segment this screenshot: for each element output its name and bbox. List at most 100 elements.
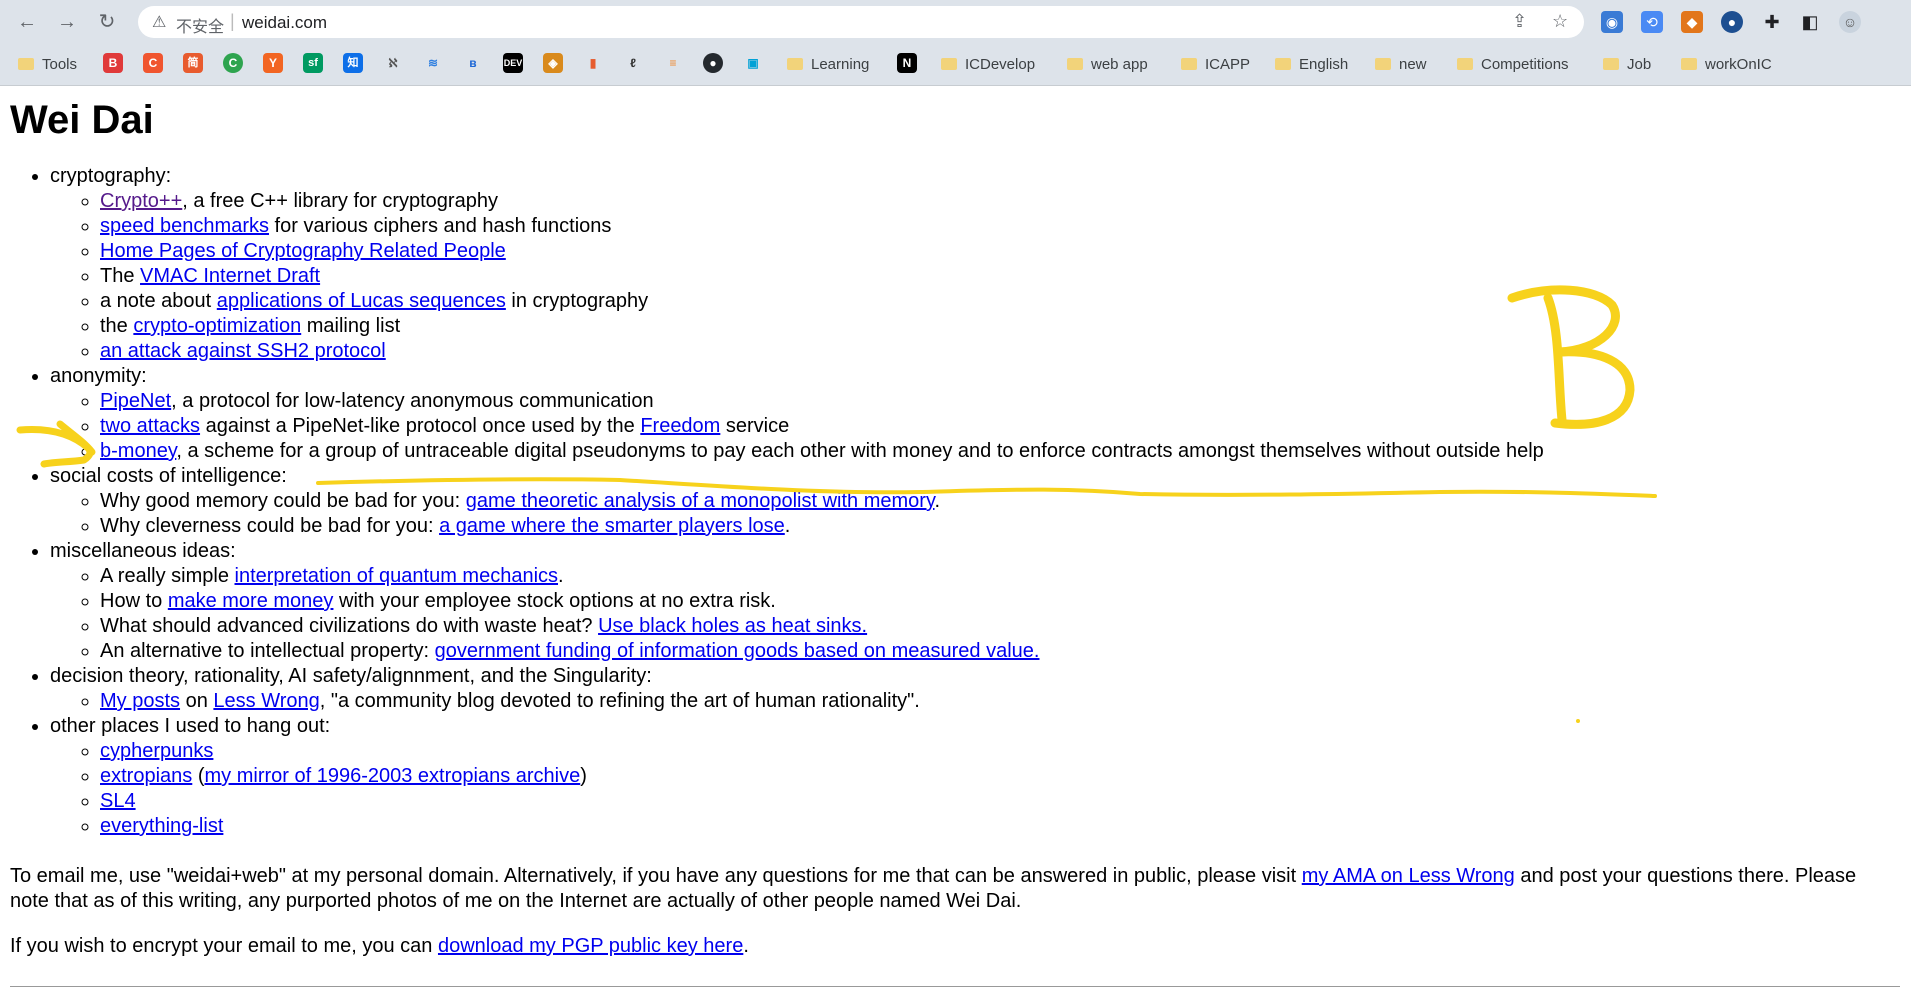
bookmark-folder-icdevelop[interactable]: ICDevelop: [941, 52, 1035, 76]
bookmark-favicon-2[interactable]: C: [143, 53, 163, 73]
bookmark-folder-learning[interactable]: Learning: [787, 52, 869, 76]
link-lucas[interactable]: applications of Lucas sequences: [217, 290, 506, 312]
url-text[interactable]: weidai.com: [242, 13, 327, 33]
link-freedom[interactable]: Freedom: [640, 415, 720, 437]
bookmark-favicon-7[interactable]: 知: [343, 53, 363, 73]
extension-icon-4[interactable]: ●: [1721, 11, 1743, 33]
bookmark-folder-competitions[interactable]: Competitions: [1457, 52, 1569, 76]
link-crypto-people[interactable]: Home Pages of Cryptography Related Peopl…: [100, 240, 506, 262]
link-extropians[interactable]: extropians: [100, 765, 192, 787]
list-item: Why cleverness could be bad for you: a g…: [100, 514, 1900, 539]
link-everything-list[interactable]: everything-list: [100, 815, 223, 837]
bookmark-folder-webapp[interactable]: web app: [1067, 52, 1148, 76]
link-less-wrong[interactable]: Less Wrong: [213, 690, 319, 712]
bookmark-favicon-notion[interactable]: N: [897, 53, 917, 73]
bookmark-favicon-dev[interactable]: DEV: [503, 53, 523, 73]
browser-chrome: ← → ↻ ⚠ 不安全 | weidai.com ⇪ ☆ ◉ ⟲ ◆ ● ✚ ◧…: [0, 0, 1911, 86]
link-speed-benchmarks[interactable]: speed benchmarks: [100, 215, 269, 237]
bookmark-folder-job[interactable]: Job: [1603, 52, 1651, 76]
extension-icon-2[interactable]: ⟲: [1641, 11, 1663, 33]
section-cryptography: cryptography: Crypto++, a free C++ libra…: [50, 164, 1900, 364]
metamask-icon[interactable]: ◆: [1681, 11, 1703, 33]
list-item: How to make more money with your employe…: [100, 589, 1900, 614]
section-anonymity: anonymity: PipeNet, a protocol for low-l…: [50, 364, 1900, 464]
link-pipenet[interactable]: PipeNet: [100, 390, 171, 412]
section-miscellaneous: miscellaneous ideas: A really simple int…: [50, 539, 1900, 664]
link-ama[interactable]: my AMA on Less Wrong: [1302, 865, 1515, 887]
folder-icon: [787, 58, 803, 70]
bookmark-favicon-1[interactable]: B: [103, 53, 123, 73]
list-item: cypherpunks: [100, 739, 1900, 764]
link-black-holes[interactable]: Use black holes as heat sinks.: [598, 615, 867, 637]
browser-toolbar: ← → ↻ ⚠ 不安全 | weidai.com ⇪ ☆ ◉ ⟲ ◆ ● ✚ ◧…: [0, 0, 1911, 44]
forward-arrow-icon[interactable]: →: [54, 9, 80, 35]
link-government-funding[interactable]: government funding of information goods …: [435, 640, 1040, 662]
bookmark-favicon-15[interactable]: ≡: [663, 53, 683, 73]
link-monopolist-memory[interactable]: game theoretic analysis of a monopolist …: [466, 490, 935, 512]
list-item: speed benchmarks for various ciphers and…: [100, 214, 1900, 239]
list-item: Crypto++, a free C++ library for cryptog…: [100, 189, 1900, 214]
link-crypto-optimization[interactable]: crypto-optimization: [133, 315, 301, 337]
link-sl4[interactable]: SL4: [100, 790, 136, 812]
bookmark-favicon-13[interactable]: ▮: [583, 53, 603, 73]
bookmark-favicon-8[interactable]: ℵ: [383, 53, 403, 73]
link-quantum[interactable]: interpretation of quantum mechanics: [235, 565, 559, 587]
bookmark-folder-icapp[interactable]: ICAPP: [1181, 52, 1250, 76]
share-icon[interactable]: ⇪: [1512, 11, 1527, 32]
bookmark-favicon-14[interactable]: ℓ: [623, 53, 643, 73]
list-item: My posts on Less Wrong, "a community blo…: [100, 689, 1900, 714]
folder-icon: [1603, 58, 1619, 70]
insecure-label[interactable]: 不安全: [176, 13, 224, 37]
link-my-posts[interactable]: My posts: [100, 690, 180, 712]
link-smarter-players[interactable]: a game where the smarter players lose: [439, 515, 785, 537]
link-cypherpunks[interactable]: cypherpunks: [100, 740, 213, 762]
bookmark-favicon-12[interactable]: ◈: [543, 53, 563, 73]
folder-icon: [1681, 58, 1697, 70]
extension-icon-1[interactable]: ◉: [1601, 11, 1623, 33]
section-heading: social costs of intelligence:: [50, 465, 287, 487]
link-two-attacks[interactable]: two attacks: [100, 415, 200, 437]
link-more-money[interactable]: make more money: [168, 590, 334, 612]
link-extropians-mirror[interactable]: my mirror of 1996-2003 extropians archiv…: [205, 765, 581, 787]
section-heading: decision theory, rationality, AI safety/…: [50, 665, 652, 687]
list-item: two attacks against a PipeNet-like proto…: [100, 414, 1900, 439]
section-decision-theory: decision theory, rationality, AI safety/…: [50, 664, 1900, 714]
github-icon[interactable]: ●: [703, 53, 723, 73]
bilibili-icon[interactable]: ▣: [743, 53, 763, 73]
bookmark-folder-new[interactable]: new: [1375, 52, 1427, 76]
profile-avatar[interactable]: ☺: [1839, 11, 1861, 33]
list-item: an attack against SSH2 protocol: [100, 339, 1900, 364]
bookmark-favicon-6[interactable]: sf: [303, 53, 323, 73]
bookmark-favicon-9[interactable]: ≋: [423, 53, 443, 73]
bookmark-folder-tools[interactable]: Tools: [18, 52, 77, 76]
bookmark-favicon-10[interactable]: ʙ: [463, 53, 483, 73]
warning-icon[interactable]: ⚠: [152, 12, 166, 32]
list-item: A really simple interpretation of quantu…: [100, 564, 1900, 589]
section-social-costs: social costs of intelligence: Why good m…: [50, 464, 1900, 539]
list-item: The VMAC Internet Draft: [100, 264, 1900, 289]
puzzle-icon[interactable]: ✚: [1761, 11, 1783, 33]
link-pgp-key[interactable]: download my PGP public key here: [438, 935, 743, 957]
list-item: Home Pages of Cryptography Related Peopl…: [100, 239, 1900, 264]
side-panel-icon[interactable]: ◧: [1799, 11, 1821, 33]
bookmark-favicon-3[interactable]: 简: [183, 53, 203, 73]
folder-icon: [18, 58, 34, 70]
folder-icon: [1181, 58, 1197, 70]
link-ssh2-attack[interactable]: an attack against SSH2 protocol: [100, 340, 386, 362]
back-arrow-icon[interactable]: ←: [14, 9, 40, 35]
bookmark-folder-workonic[interactable]: workOnIC: [1681, 52, 1772, 76]
list-item: An alternative to intellectual property:…: [100, 639, 1900, 664]
list-item: PipeNet, a protocol for low-latency anon…: [100, 389, 1900, 414]
bookmark-favicon-4[interactable]: C: [223, 53, 243, 73]
list-item: SL4: [100, 789, 1900, 814]
link-cryptopp[interactable]: Crypto++: [100, 190, 182, 212]
topic-list: cryptography: Crypto++, a free C++ libra…: [10, 164, 1900, 839]
link-b-money[interactable]: b-money: [100, 440, 176, 462]
bookmark-favicon-5[interactable]: Y: [263, 53, 283, 73]
reload-icon[interactable]: ↻: [94, 9, 120, 35]
bookmark-folder-english[interactable]: English: [1275, 52, 1348, 76]
bookmark-star-icon[interactable]: ☆: [1552, 11, 1568, 32]
list-item: the crypto-optimization mailing list: [100, 314, 1900, 339]
address-bar[interactable]: ⚠ 不安全 | weidai.com ⇪ ☆: [138, 6, 1584, 38]
link-vmac[interactable]: VMAC Internet Draft: [140, 265, 320, 287]
